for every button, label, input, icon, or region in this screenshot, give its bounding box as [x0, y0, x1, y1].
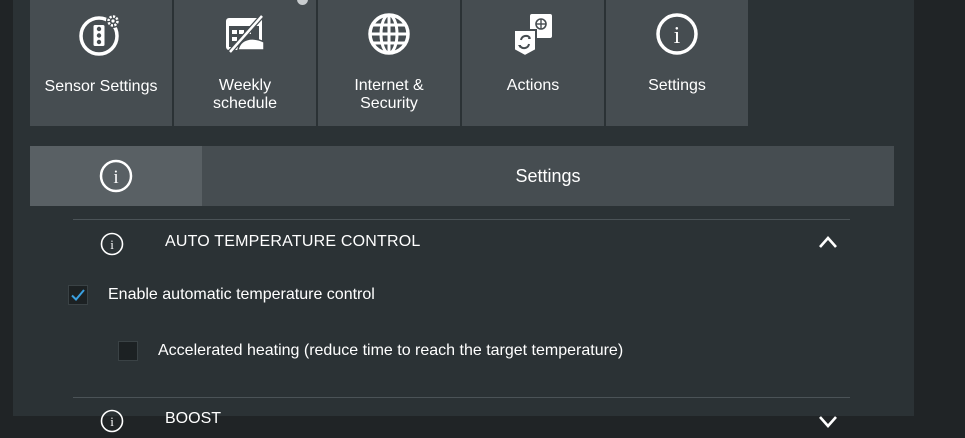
section-title: BOOST — [165, 410, 222, 427]
tile-label-line1: Actions — [506, 77, 560, 94]
info-icon: i — [99, 159, 133, 193]
chevron-down-icon[interactable] — [818, 414, 838, 428]
tile-label: Sensor Settings — [30, 78, 172, 96]
checkbox-enable-auto-temp[interactable] — [68, 285, 88, 305]
option-label: Accelerated heating (reduce time to reac… — [158, 342, 624, 359]
tile-label-line1: Settings — [648, 77, 706, 94]
app-frame: Sensor Settings Weekly schedule Internet… — [0, 0, 965, 433]
tab-info[interactable]: i — [30, 146, 202, 206]
settings-tabbar: i Settings — [30, 146, 894, 206]
info-icon: i — [656, 13, 698, 55]
svg-text:i: i — [674, 23, 681, 49]
tile-label: Settings — [606, 77, 748, 95]
svg-text:i: i — [110, 414, 114, 429]
tile-weekly-schedule[interactable]: Weekly schedule — [174, 0, 316, 126]
option-label: Enable automatic temperature control — [108, 286, 375, 303]
option-enable-auto-temp[interactable]: Enable automatic temperature control — [68, 285, 375, 305]
globe-icon — [368, 13, 410, 55]
section-header-auto-temperature[interactable]: i AUTO TEMPERATURE CONTROL — [73, 220, 850, 265]
section-header-boost[interactable]: i BOOST — [73, 398, 850, 438]
tile-settings[interactable]: i Settings — [606, 0, 748, 126]
tile-label-line2: schedule — [212, 95, 278, 112]
checkmark-icon — [71, 289, 85, 301]
sensor-settings-icon — [79, 14, 120, 56]
tile-label: Internet & Security — [318, 77, 460, 113]
info-icon: i — [100, 409, 124, 433]
svg-text:i: i — [113, 167, 118, 188]
tile-menu: Sensor Settings Weekly schedule Internet… — [30, 0, 748, 126]
section-title: AUTO TEMPERATURE CONTROL — [165, 233, 421, 250]
checkbox-accelerated-heating[interactable] — [118, 341, 138, 361]
tile-label-line1: Weekly — [218, 77, 272, 94]
info-icon: i — [100, 232, 124, 256]
chevron-up-icon[interactable] — [818, 235, 838, 249]
tile-label: Weekly schedule — [174, 77, 316, 113]
tile-label-line1: Sensor Settings — [44, 78, 158, 95]
svg-text:i: i — [110, 237, 114, 252]
weekly-schedule-icon — [226, 14, 265, 54]
option-accelerated-heating[interactable]: Accelerated heating (reduce time to reac… — [118, 341, 623, 361]
tab-settings-title[interactable]: Settings — [202, 146, 894, 206]
tile-label-line1: Internet & — [354, 77, 424, 94]
tile-label-line2: Security — [360, 95, 418, 112]
tile-sensor-settings[interactable]: Sensor Settings — [30, 0, 172, 126]
tile-label: Actions — [462, 77, 604, 95]
tile-internet-security[interactable]: Internet & Security — [318, 0, 460, 126]
tile-actions[interactable]: Actions — [462, 0, 604, 126]
actions-icon — [513, 14, 552, 58]
